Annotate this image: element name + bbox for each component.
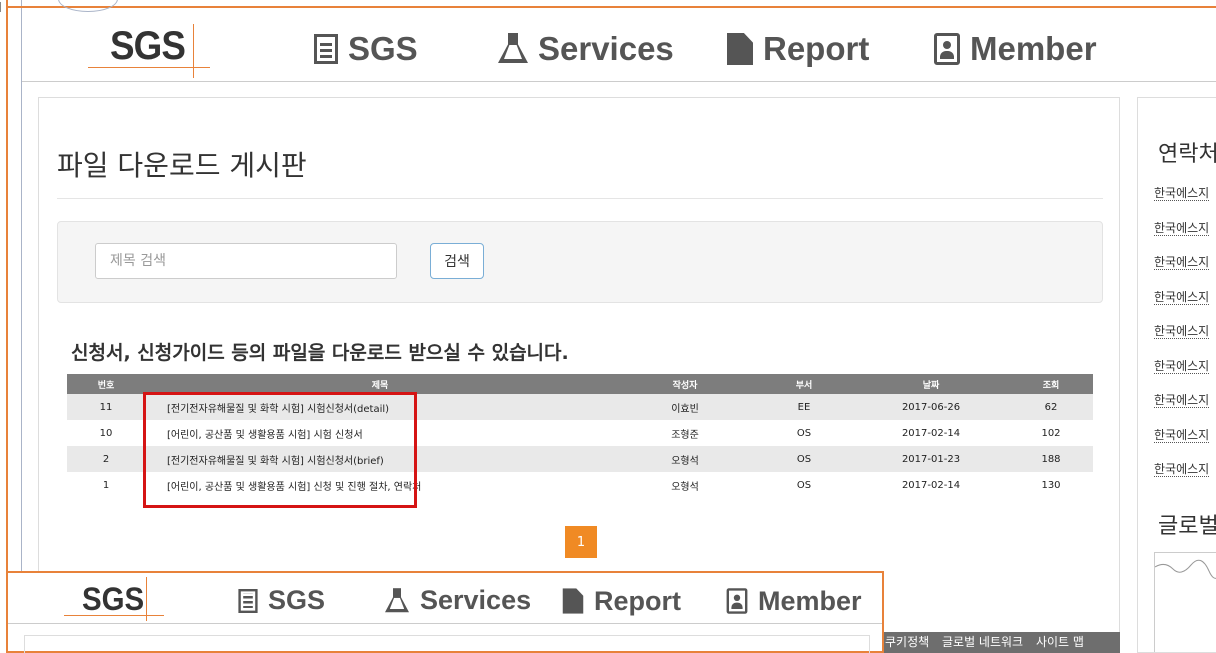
page-title: 파일 다운로드 게시판: [57, 149, 307, 182]
nav-member-label: Member: [970, 30, 1097, 67]
nav-services[interactable]: Services: [382, 585, 531, 616]
building-icon: [314, 34, 338, 64]
building-icon: [238, 588, 258, 613]
logo-guide-vertical: [146, 577, 147, 621]
title-divider: [57, 198, 1103, 199]
sgs-logo-small[interactable]: SGS: [82, 581, 144, 618]
overlay-content-panel: [24, 635, 870, 653]
logo-guide-horizontal: [64, 615, 164, 616]
nav-member[interactable]: Member: [934, 30, 1097, 68]
board-description: 신청서, 신청가이드 등의 파일을 다운로드 받으실 수 있습니다.: [71, 342, 569, 364]
col-title: 제목: [145, 374, 615, 394]
contact-link[interactable]: 한국에스지: [1154, 182, 1210, 217]
col-views: 조회: [1009, 374, 1093, 394]
member-icon: [726, 588, 748, 614]
col-date: 날짜: [853, 374, 1009, 394]
table-header-row: 번호 제목 작성자 부서 날짜 조회: [67, 374, 1093, 394]
site-footer-links: 쿠키정책 글로벌 네트워크 사이트 맵: [882, 632, 1120, 653]
frame-left-guide: [21, 0, 22, 653]
world-map-thumbnail[interactable]: [1154, 552, 1216, 652]
frame-top-line: [6, 6, 1216, 8]
nav-member-label: Member: [758, 585, 862, 616]
col-no: 번호: [67, 374, 145, 394]
contact-list: 한국에스지 한국에스지 한국에스지 한국에스지 한국에스지 한국에스지 한국에스…: [1154, 182, 1210, 493]
contact-link[interactable]: 한국에스지: [1154, 458, 1210, 493]
nav-services-label: Services: [538, 30, 674, 67]
row-date: 2017-06-26: [853, 394, 1009, 420]
contact-link[interactable]: 한국에스지: [1154, 355, 1210, 390]
file-icon: [562, 588, 584, 614]
col-dept: 부서: [755, 374, 853, 394]
nav-report-label: Report: [763, 30, 870, 67]
row-date: 2017-02-14: [853, 472, 1009, 498]
row-dept: EE: [755, 394, 853, 420]
global-title: 글로벌: [1158, 514, 1216, 539]
nav-sgs[interactable]: SGS: [236, 585, 325, 616]
row-author: 이효빈: [615, 394, 755, 420]
row-no: 2: [67, 446, 145, 472]
row-dept: OS: [755, 446, 853, 472]
row-author: 오형석: [615, 472, 755, 498]
nav-sgs-label: SGS: [348, 30, 418, 67]
site-header: SGS SGS Services Report Member: [22, 16, 1216, 82]
row-views: 102: [1009, 420, 1093, 446]
footer-cookie-policy[interactable]: 쿠키정책: [885, 635, 929, 649]
nav-sgs[interactable]: SGS: [314, 30, 418, 68]
nav-report[interactable]: Report: [727, 30, 869, 68]
row-dept: OS: [755, 472, 853, 498]
contact-link[interactable]: 한국에스지: [1154, 320, 1210, 355]
row-author: 오형석: [615, 446, 755, 472]
nav-report-label: Report: [594, 585, 681, 616]
search-button[interactable]: 검색: [430, 243, 484, 279]
row-no: 11: [67, 394, 145, 420]
highlight-box: [143, 392, 417, 508]
row-no: 1: [67, 472, 145, 498]
footer-global-network[interactable]: 글로벌 네트워크: [942, 635, 1023, 649]
nav-services-label: Services: [420, 585, 532, 615]
contact-link[interactable]: 한국에스지: [1154, 251, 1210, 286]
contact-link[interactable]: 한국에스지: [1154, 389, 1210, 424]
nav-report[interactable]: Report: [560, 585, 681, 617]
row-dept: OS: [755, 420, 853, 446]
contact-sidebar: 연락처 한국에스지 한국에스지 한국에스지 한국에스지 한국에스지 한국에스지 …: [1137, 97, 1216, 653]
member-icon: [934, 33, 960, 65]
nav-member[interactable]: Member: [724, 585, 862, 617]
nav-sgs-label: SGS: [268, 585, 326, 615]
contact-link[interactable]: 한국에스지: [1154, 217, 1210, 252]
row-author: 조형준: [615, 420, 755, 446]
main-panel: 파일 다운로드 게시판 검색 신청서, 신청가이드 등의 파일을 다운로드 받으…: [38, 97, 1120, 653]
overlay-divider: [8, 623, 882, 624]
row-views: 188: [1009, 446, 1093, 472]
corner-mark: [0, 2, 6, 12]
contact-title: 연락처: [1158, 142, 1216, 167]
row-date: 2017-01-23: [853, 446, 1009, 472]
contact-link[interactable]: 한국에스지: [1154, 424, 1210, 459]
flask-icon: [385, 587, 409, 612]
file-icon: [727, 33, 753, 65]
logo-guide-horizontal: [88, 67, 210, 68]
row-views: 62: [1009, 394, 1093, 420]
row-views: 130: [1009, 472, 1093, 498]
decorative-arc: [58, 0, 118, 12]
contact-link[interactable]: 한국에스지: [1154, 286, 1210, 321]
logo-guide-vertical: [193, 24, 194, 78]
sticky-header-overlay: SGS SGS Services Report Member: [8, 571, 884, 653]
frame-left-line: [6, 0, 8, 653]
pagination-page-1[interactable]: 1: [565, 526, 597, 558]
sgs-logo[interactable]: SGS: [110, 24, 186, 69]
flask-icon: [498, 33, 528, 63]
search-input[interactable]: [95, 243, 397, 279]
col-author: 작성자: [615, 374, 755, 394]
nav-services[interactable]: Services: [498, 30, 674, 68]
row-no: 10: [67, 420, 145, 446]
search-panel: 검색: [57, 221, 1103, 303]
footer-sitemap[interactable]: 사이트 맵: [1036, 635, 1084, 649]
row-date: 2017-02-14: [853, 420, 1009, 446]
